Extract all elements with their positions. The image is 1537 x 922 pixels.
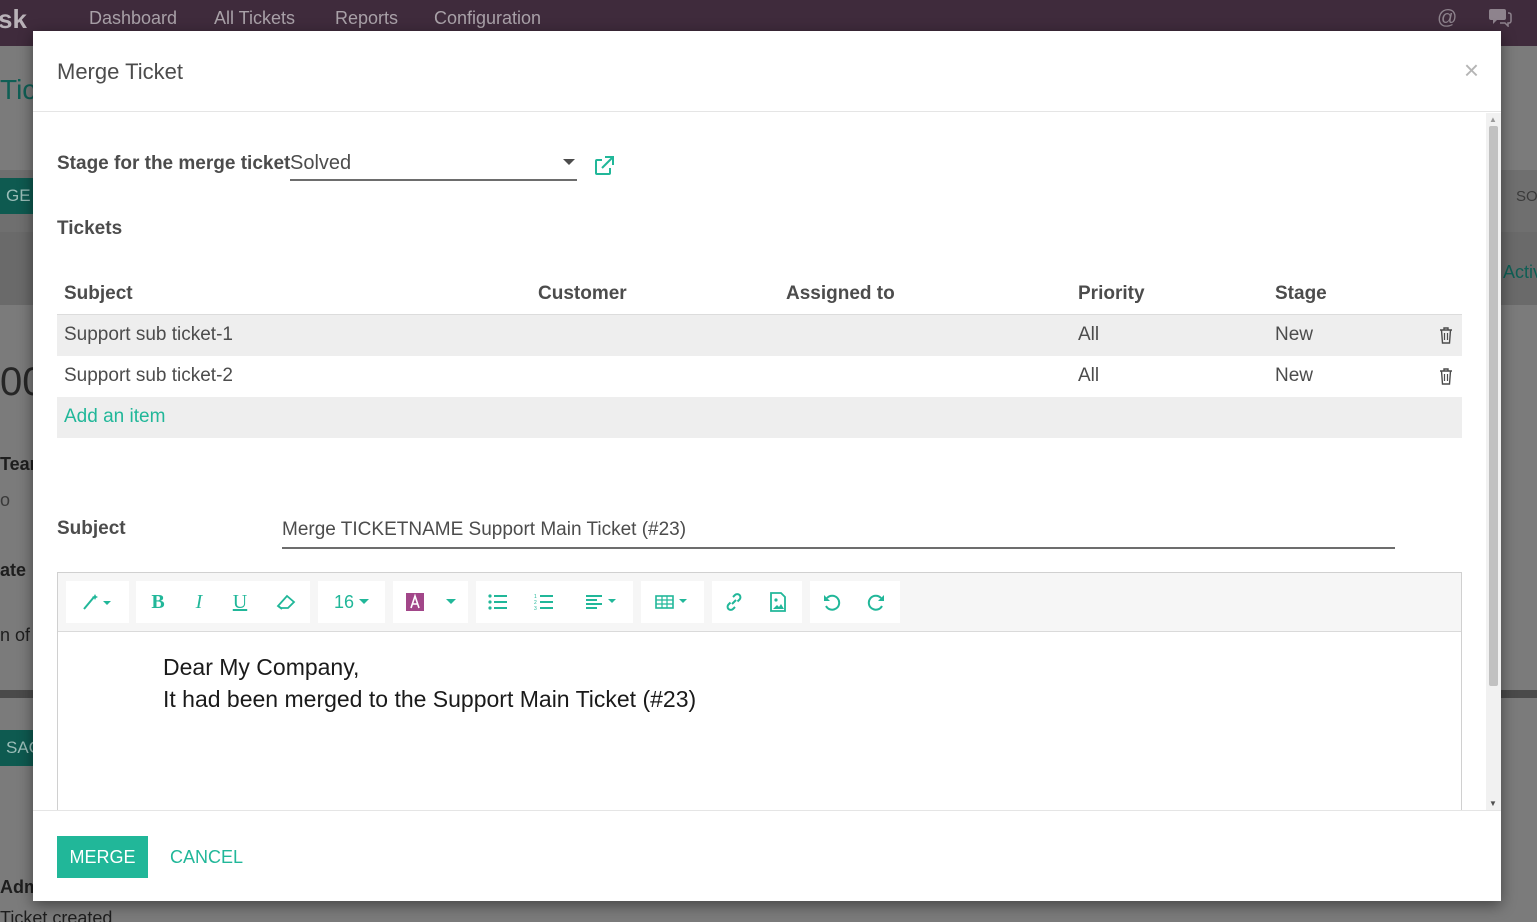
close-icon[interactable]: ×: [1464, 55, 1479, 86]
row-priority: All: [1078, 324, 1100, 345]
dialog-scrollbar[interactable]: ▲ ▼: [1486, 113, 1501, 810]
scroll-up-icon[interactable]: ▲: [1489, 115, 1497, 124]
bold-icon[interactable]: B: [138, 581, 178, 623]
stage-select[interactable]: Solved: [290, 150, 577, 181]
toolbar-group-paragraph: 123: [476, 581, 633, 623]
add-item-row: Add an item: [57, 397, 1462, 438]
column-stage[interactable]: Stage: [1275, 283, 1327, 305]
column-priority[interactable]: Priority: [1078, 283, 1145, 305]
merge-ticket-dialog: Merge Ticket × Stage for the merge ticke…: [33, 31, 1501, 901]
subject-input[interactable]: Merge TICKETNAME Support Main Ticket (#2…: [282, 512, 1395, 549]
tickets-label: Tickets: [57, 218, 123, 239]
bg-ticket-created: Ticket created: [0, 908, 113, 922]
trash-icon[interactable]: [1438, 326, 1454, 344]
add-item-link[interactable]: Add an item: [64, 406, 165, 428]
toolbar-group-style: [66, 581, 129, 623]
nav-all-tickets[interactable]: All Tickets: [214, 8, 295, 29]
table-icon[interactable]: [645, 581, 700, 623]
bg-activity-label: Activ: [1503, 262, 1537, 282]
numbered-list-icon[interactable]: 123: [524, 581, 564, 623]
redo-icon[interactable]: [856, 581, 896, 623]
nav-configuration[interactable]: Configuration: [434, 8, 541, 29]
bullet-list-icon[interactable]: [478, 581, 518, 623]
external-link-icon[interactable]: [593, 155, 617, 179]
bg-team-value: o: [0, 490, 11, 510]
tickets-table: Subject Customer Assigned to Priority St…: [57, 275, 1462, 438]
html-editor: B I U 16 1 2 3 Dear My Company, It had b…: [57, 572, 1462, 810]
dialog-body: Stage for the merge ticket Solved Ticket…: [33, 113, 1501, 810]
nav-dashboard[interactable]: Dashboard: [89, 8, 177, 29]
row-stage: New: [1275, 365, 1314, 386]
bg-page-title: Tic: [0, 74, 37, 105]
magic-wand-icon[interactable]: [70, 581, 125, 623]
link-icon[interactable]: [714, 581, 754, 623]
font-size-dropdown[interactable]: 16: [322, 581, 382, 623]
toolbar-group-insert: [712, 581, 802, 623]
undo-icon[interactable]: [812, 581, 852, 623]
bg-of-text: n of: [0, 625, 31, 645]
column-subject[interactable]: Subject: [64, 283, 133, 305]
row-stage: New: [1275, 324, 1314, 345]
row-priority: All: [1078, 365, 1100, 386]
toolbar-group-color: [393, 581, 468, 623]
bg-date-label: ate: [0, 560, 27, 580]
row-subject: Support sub ticket-2: [64, 365, 233, 386]
cancel-button[interactable]: CANCEL: [170, 847, 243, 868]
body-line-message: It had been merged to the Support Main T…: [163, 686, 697, 712]
dialog-title: Merge Ticket: [57, 59, 183, 84]
toolbar-group-table: [641, 581, 704, 623]
editor-content[interactable]: Dear My Company, It had been merged to t…: [163, 651, 696, 715]
font-color-icon[interactable]: [395, 581, 435, 623]
svg-text:3: 3: [534, 606, 537, 611]
stage-select-value: Solved: [290, 152, 352, 174]
italic-icon[interactable]: I: [179, 581, 219, 623]
column-customer[interactable]: Customer: [538, 283, 627, 305]
row-subject: Support sub ticket-1: [64, 324, 233, 345]
toolbar-group-history: [810, 581, 900, 623]
stage-label: Stage for the merge ticket: [57, 153, 291, 174]
body-line-greeting: Dear My Company,: [163, 654, 360, 680]
trash-icon[interactable]: [1438, 367, 1454, 385]
chat-icon[interactable]: [1488, 7, 1512, 33]
toolbar-group-font: B I U: [136, 581, 310, 623]
scrollbar-thumb[interactable]: [1489, 126, 1498, 686]
column-assigned-to[interactable]: Assigned to: [786, 283, 895, 305]
scroll-down-icon[interactable]: ▼: [1489, 799, 1497, 808]
font-size-value: 16: [333, 591, 355, 612]
underline-icon[interactable]: U: [220, 581, 260, 623]
align-icon[interactable]: [574, 581, 629, 623]
nav-reports[interactable]: Reports: [335, 8, 398, 29]
merge-button[interactable]: MERGE: [57, 836, 148, 878]
image-icon[interactable]: [758, 581, 798, 623]
dialog-header: Merge Ticket ×: [33, 31, 1501, 112]
table-header: Subject Customer Assigned to Priority St…: [57, 275, 1462, 315]
dialog-footer: MERGE CANCEL: [33, 810, 1501, 901]
bg-right-button: SO: [1516, 188, 1537, 205]
eraser-icon[interactable]: [266, 581, 306, 623]
editor-toolbar: B I U 16 1 2 3: [58, 573, 1461, 632]
toolbar-group-size: 16: [318, 581, 385, 623]
chevron-down-icon[interactable]: [431, 581, 471, 623]
app-brand: sk: [0, 4, 27, 34]
table-row[interactable]: Support sub ticket-1 All New: [57, 315, 1462, 356]
chevron-down-icon: [563, 159, 575, 165]
subject-label: Subject: [57, 518, 126, 539]
mention-icon[interactable]: @: [1437, 7, 1457, 30]
table-row[interactable]: Support sub ticket-2 All New: [57, 356, 1462, 397]
